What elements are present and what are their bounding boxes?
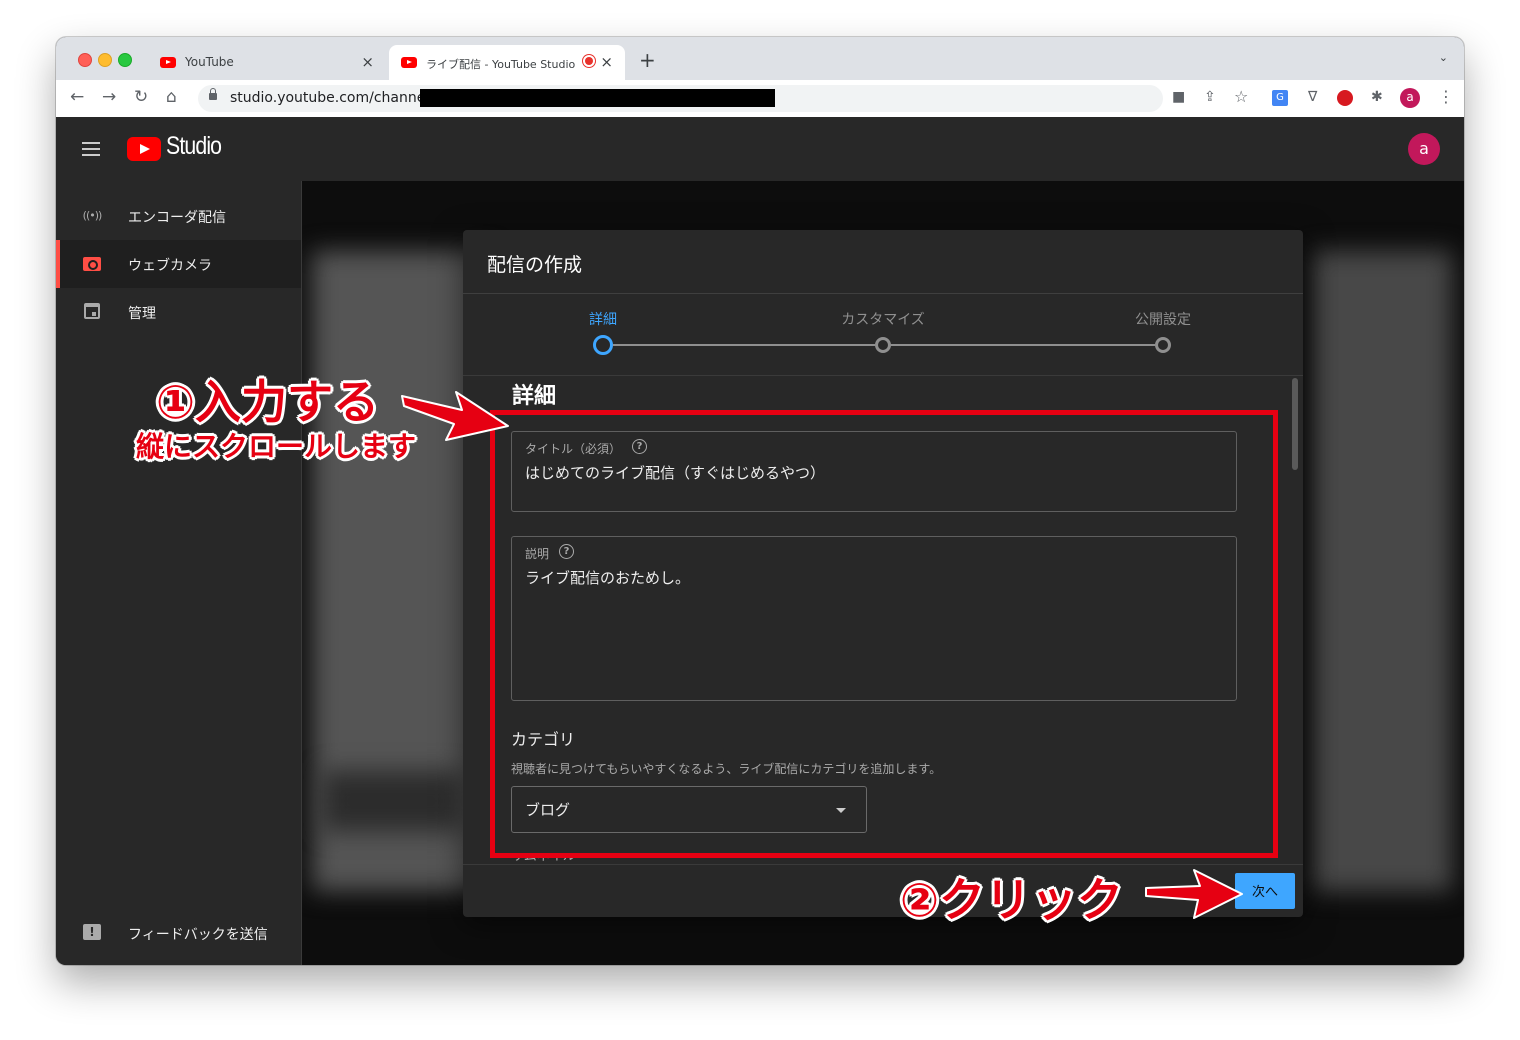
security-extension-icon[interactable] <box>1337 90 1353 106</box>
url-text: studio.youtube.com/channel/ <box>230 90 434 106</box>
extensions-puzzle-icon[interactable]: ✱ <box>1371 89 1383 105</box>
feedback-icon: ! <box>80 922 104 944</box>
close-tab-icon[interactable]: × <box>600 53 613 71</box>
tab-studio-live[interactable]: ライブ配信 - YouTube Studio × <box>389 45 625 80</box>
tab-youtube[interactable]: YouTube × <box>148 45 386 80</box>
forward-icon[interactable]: → <box>102 87 116 107</box>
close-window-button[interactable] <box>78 53 92 67</box>
camera-icon[interactable]: ■ <box>1172 89 1185 105</box>
more-menu-icon[interactable]: ⋮ <box>1438 87 1454 106</box>
divider <box>463 375 1303 376</box>
back-icon[interactable]: ← <box>70 87 84 107</box>
divider <box>463 864 1303 865</box>
tab-strip: YouTube × ライブ配信 - YouTube Studio × + ⌄ <box>56 37 1464 80</box>
step-visibility[interactable]: 公開設定 <box>1093 309 1233 329</box>
blurred-preview <box>1312 251 1452 891</box>
sidebar-item-label: エンコーダ配信 <box>128 210 226 226</box>
share-icon[interactable]: ⇪ <box>1204 89 1216 105</box>
new-tab-button[interactable]: + <box>639 48 656 72</box>
youtube-favicon-icon <box>401 57 417 68</box>
annotation-arrow-icon <box>1145 869 1243 919</box>
sidebar-item-manage[interactable]: 管理 <box>56 288 301 336</box>
sidebar-item-webcam[interactable]: ウェブカメラ <box>56 240 301 288</box>
redacted-url-segment <box>420 89 775 107</box>
step-details[interactable]: 詳細 <box>533 309 673 329</box>
tab-title: YouTube <box>185 55 234 69</box>
annotation-step1-sub: 縦にスクロールします <box>136 430 417 463</box>
broadcast-icon: ((•)) <box>82 209 103 222</box>
maximize-window-button[interactable] <box>118 53 132 67</box>
annotation-highlight-box <box>490 410 1278 858</box>
close-tab-icon[interactable]: × <box>361 53 374 71</box>
profile-avatar[interactable]: a <box>1400 88 1420 108</box>
sidebar-item-label: フィードバックを送信 <box>128 927 268 943</box>
sidebar-item-label: ウェブカメラ <box>128 258 212 274</box>
dialog-title: 配信の作成 <box>487 254 583 276</box>
lock-icon[interactable] <box>209 88 217 100</box>
step-dot-customize[interactable] <box>875 337 891 353</box>
reload-icon[interactable]: ↻ <box>134 87 148 107</box>
account-avatar[interactable]: a <box>1408 133 1440 165</box>
step-dot-visibility[interactable] <box>1155 337 1171 353</box>
youtube-favicon-icon <box>160 57 176 68</box>
vpn-extension-icon[interactable]: ∇ <box>1308 89 1317 105</box>
address-bar[interactable]: studio.youtube.com/channel/ <box>198 85 1163 112</box>
studio-header: Studio a <box>56 117 1464 181</box>
bookmark-star-icon[interactable]: ☆ <box>1234 87 1248 106</box>
menu-icon[interactable] <box>82 142 100 156</box>
calendar-icon <box>80 301 104 323</box>
browser-toolbar: ← → ↻ ⌂ studio.youtube.com/channel/ ■ ⇪ … <box>56 80 1464 118</box>
tab-search-icon[interactable]: ⌄ <box>1439 51 1448 64</box>
blurred-preview <box>322 771 462 831</box>
section-heading: 詳細 <box>512 384 557 409</box>
sidebar-item-encoder[interactable]: ((•)) エンコーダ配信 <box>56 192 301 240</box>
annotation-step2: ②クリック <box>900 873 1123 927</box>
stepper-line <box>613 344 875 346</box>
studio-logo-text[interactable]: Studio <box>166 132 222 161</box>
minimize-window-button[interactable] <box>98 53 112 67</box>
annotation-arrow-icon <box>401 391 509 441</box>
sidebar-item-label: 管理 <box>128 306 156 322</box>
tab-title: ライブ配信 - YouTube Studio <box>426 58 576 71</box>
sidebar-item-feedback[interactable]: ! フィードバックを送信 <box>56 909 301 957</box>
google-translate-icon[interactable]: G <box>1272 90 1288 106</box>
dialog-scrollbar[interactable] <box>1292 378 1298 470</box>
annotation-step1: ①入力する <box>156 375 379 429</box>
camera-icon <box>80 253 104 275</box>
step-dot-details[interactable] <box>593 335 613 355</box>
recording-icon <box>585 57 593 65</box>
youtube-logo-icon[interactable] <box>127 137 161 161</box>
home-icon[interactable]: ⌂ <box>166 87 177 107</box>
sidebar: ((•)) エンコーダ配信 ウェブカメラ 管理 ! フィードバックを送信 <box>56 181 302 965</box>
divider <box>463 293 1303 294</box>
stepper-line <box>891 344 1155 346</box>
step-customize[interactable]: カスタマイズ <box>813 309 953 329</box>
